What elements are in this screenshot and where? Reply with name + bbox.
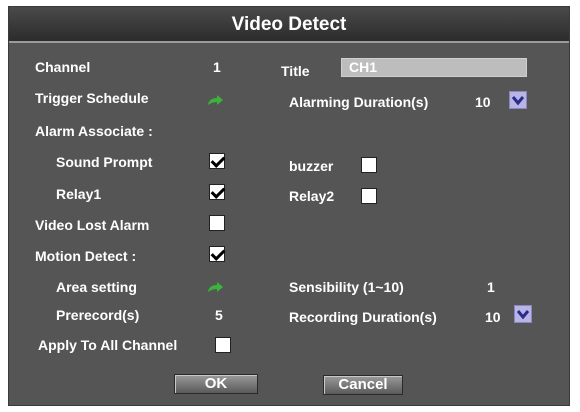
relay2-checkbox[interactable] — [361, 188, 377, 204]
prerecord-value: 5 — [215, 307, 223, 323]
alarming-duration-value: 10 — [475, 94, 491, 110]
recording-duration-value: 10 — [485, 309, 501, 325]
title-input[interactable]: CH1 — [341, 58, 527, 77]
relay1-label: Relay1 — [56, 186, 102, 202]
dialog-title: Video Detect — [9, 7, 569, 43]
recording-duration-dropdown[interactable] — [514, 305, 532, 323]
sound-prompt-checkbox[interactable] — [209, 153, 225, 169]
apply-all-checkbox[interactable] — [215, 337, 231, 353]
motion-detect-label: Motion Detect : — [35, 248, 137, 264]
area-setting-label: Area setting — [56, 279, 137, 295]
chevron-down-icon — [511, 96, 525, 106]
relay1-checkbox[interactable] — [209, 184, 225, 200]
video-lost-alarm-label: Video Lost Alarm — [35, 217, 150, 233]
recording-duration-label: Recording Duration(s) — [289, 309, 437, 325]
chevron-down-icon — [516, 310, 530, 320]
apply-all-label: Apply To All Channel — [38, 337, 178, 353]
trigger-schedule-label: Trigger Schedule — [35, 90, 149, 106]
channel-label: Channel — [35, 59, 91, 75]
alarming-duration-label: Alarming Duration(s) — [289, 94, 429, 110]
cancel-button[interactable]: Cancel — [323, 375, 403, 395]
ok-button[interactable]: OK — [174, 374, 258, 394]
buzzer-label: buzzer — [289, 158, 334, 174]
sound-prompt-label: Sound Prompt — [56, 154, 153, 170]
alarming-duration-dropdown[interactable] — [509, 91, 527, 109]
channel-value: 1 — [213, 59, 221, 75]
buzzer-checkbox[interactable] — [361, 157, 377, 173]
sensibility-label: Sensibility (1~10) — [289, 279, 404, 295]
sensibility-value: 1 — [487, 279, 495, 295]
area-setting-edit-arrow-icon[interactable] — [206, 281, 224, 293]
title-label: Title — [281, 63, 310, 79]
prerecord-label: Prerecord(s) — [56, 307, 140, 323]
alarm-associate-label: Alarm Associate : — [35, 123, 153, 139]
trigger-schedule-edit-arrow-icon[interactable] — [206, 94, 224, 106]
video-detect-dialog: Video Detect Channel 1 Title CH1 Trigger… — [8, 6, 570, 406]
video-lost-alarm-checkbox[interactable] — [209, 215, 225, 231]
relay2-label: Relay2 — [289, 188, 335, 204]
motion-detect-checkbox[interactable] — [209, 246, 225, 262]
